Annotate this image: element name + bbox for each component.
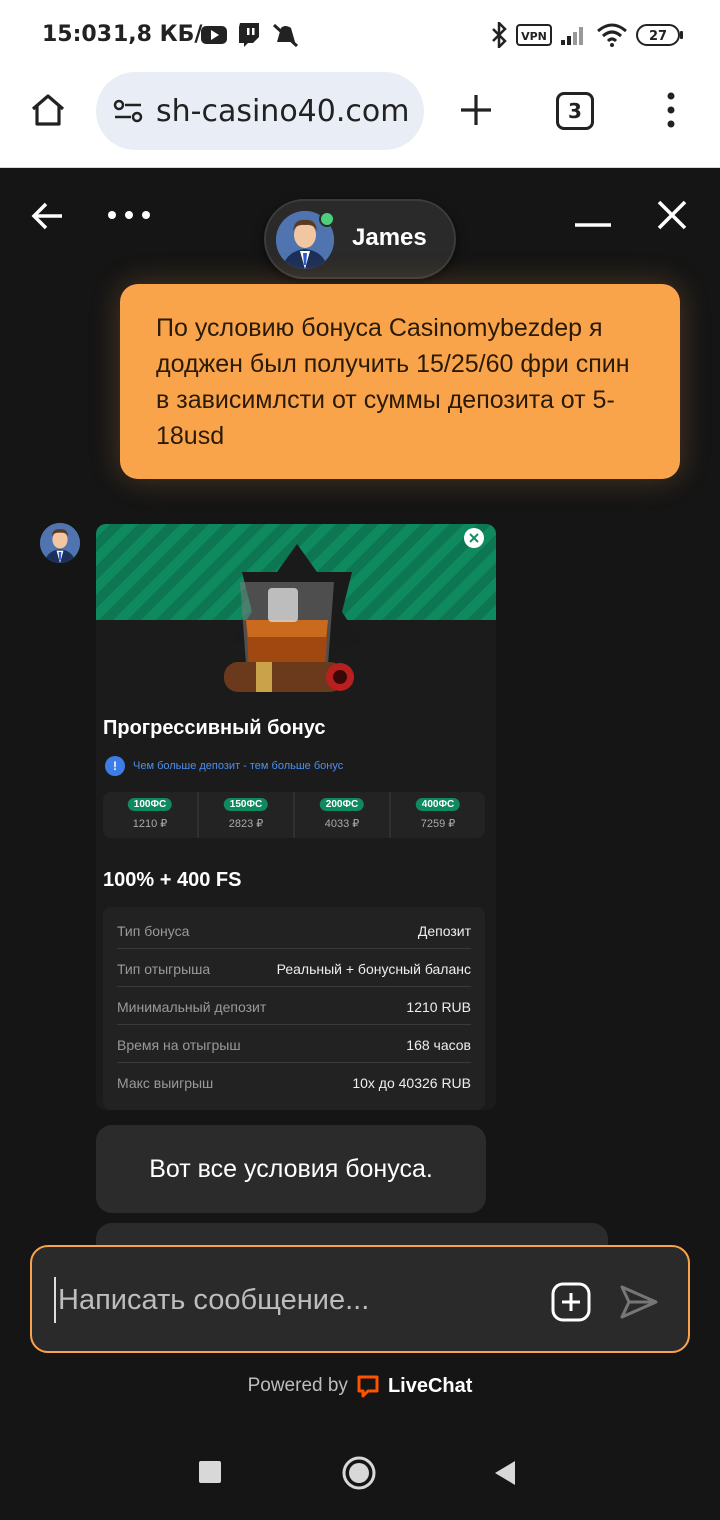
youtube-icon — [200, 22, 228, 48]
site-settings-icon[interactable] — [112, 96, 144, 126]
signal-icon — [558, 22, 588, 48]
agent-message: Вот все условия бонуса. — [96, 1125, 486, 1213]
powered-prefix: Powered by — [247, 1375, 348, 1396]
bluetooth-icon — [488, 22, 510, 48]
detail-value: Реальный + бонусный баланс — [276, 961, 471, 977]
browser-toolbar: sh-casino40.com 3 — [0, 70, 720, 168]
wifi-icon — [596, 22, 628, 48]
back-nav-icon[interactable] — [492, 1459, 518, 1487]
chat-widget: James По условию бонуса Casinomybezdep я… — [0, 169, 720, 1431]
tabs-icon[interactable]: 3 — [556, 92, 594, 130]
detail-label: Время на отыгрыш — [117, 1037, 241, 1053]
detail-label: Тип бонуса — [117, 923, 190, 939]
home-icon[interactable] — [28, 90, 68, 130]
promo-headline: 100% + 400 FS — [103, 869, 242, 891]
twitch-icon — [236, 22, 262, 48]
send-icon[interactable] — [618, 1281, 660, 1323]
agent-info: James — [264, 199, 456, 279]
address-bar[interactable]: sh-casino40.com — [96, 72, 424, 150]
more-icon[interactable] — [106, 203, 152, 227]
detail-row: Время на отыгрыш 168 часов — [117, 1025, 471, 1063]
notification-muted-icon — [270, 22, 300, 48]
promo-note: Чем больше депозит - тем больше бонус — [133, 760, 344, 772]
info-icon: ! — [105, 756, 125, 776]
tier-item: 100ФС 1210 ₽ — [103, 792, 199, 838]
status-time: 15:03 — [42, 22, 113, 47]
tier-badge: 100ФС — [127, 798, 173, 811]
battery-level: 27 — [649, 29, 667, 44]
tier-amount: 2823 ₽ — [228, 818, 264, 830]
detail-value: Депозит — [417, 923, 471, 939]
livechat-logo-icon — [357, 1375, 379, 1398]
attach-icon[interactable] — [550, 1281, 592, 1323]
powered-brand: LiveChat — [387, 1374, 473, 1397]
status-bar: 15:03 1,8 КБ/с VPN 27 — [0, 0, 720, 70]
detail-row: Макс выигрыш 10x до 40326 RUB — [117, 1063, 471, 1101]
detail-label: Макс выигрыш — [117, 1075, 214, 1091]
tier-badge: 400ФС — [415, 798, 461, 811]
tier-amount: 1210 ₽ — [132, 818, 168, 830]
tier-item: 150ФС 2823 ₽ — [199, 792, 295, 838]
powered-by[interactable]: Powered by LiveChat — [0, 1374, 720, 1398]
detail-row: Тип бонуса Депозит — [117, 911, 471, 949]
bonus-tiers: 100ФС 1210 ₽ 150ФС 2823 ₽ 200ФС 4033 ₽ 4… — [103, 792, 485, 838]
agent-message-avatar — [40, 523, 80, 563]
close-icon[interactable] — [654, 197, 690, 233]
detail-value: 168 часов — [406, 1037, 471, 1053]
vpn-icon: VPN — [516, 22, 552, 48]
message-composer — [30, 1245, 690, 1353]
promo-close-icon — [464, 528, 484, 548]
agent-name: James — [352, 224, 427, 251]
menu-icon[interactable] — [656, 90, 686, 130]
url-text: sh-casino40.com — [156, 94, 410, 129]
tier-item: 200ФС 4033 ₽ — [295, 792, 391, 838]
tier-item: 400ФС 7259 ₽ — [391, 792, 485, 838]
recents-icon[interactable] — [198, 1460, 222, 1484]
tier-badge: 200ФС — [319, 798, 365, 811]
detail-label: Минимальный депозит — [117, 999, 267, 1015]
back-icon[interactable] — [28, 197, 66, 235]
detail-row: Минимальный депозит 1210 RUB — [117, 987, 471, 1025]
tier-amount: 7259 ₽ — [420, 818, 456, 830]
system-nav-bar — [0, 1431, 720, 1520]
tier-badge: 150ФС — [223, 798, 269, 811]
home-nav-icon[interactable] — [340, 1454, 378, 1492]
tab-count: 3 — [568, 99, 582, 123]
battery-icon: 27 — [636, 22, 684, 48]
detail-row: Тип отыгрыша Реальный + бонусный баланс — [117, 949, 471, 987]
user-message: По условию бонуса Casinomybezdep я додже… — [120, 284, 680, 479]
vpn-label: VPN — [521, 30, 547, 43]
detail-value: 1210 RUB — [406, 999, 471, 1015]
detail-label: Тип отыгрыша — [117, 961, 211, 977]
minimize-icon[interactable] — [574, 215, 612, 235]
detail-value: 10x до 40326 RUB — [352, 1075, 471, 1091]
bonus-image-card[interactable]: Прогрессивный бонус ! Чем больше депозит… — [96, 524, 496, 1110]
new-tab-icon[interactable] — [456, 90, 496, 130]
tier-amount: 4033 ₽ — [324, 818, 360, 830]
whiskey-cigar-illustration — [222, 542, 372, 712]
promo-title: Прогрессивный бонус — [103, 717, 326, 739]
online-status-dot — [319, 211, 335, 227]
message-input[interactable] — [54, 1277, 524, 1323]
bonus-details-table: Тип бонуса Депозит Тип отыгрыша Реальный… — [103, 907, 485, 1110]
